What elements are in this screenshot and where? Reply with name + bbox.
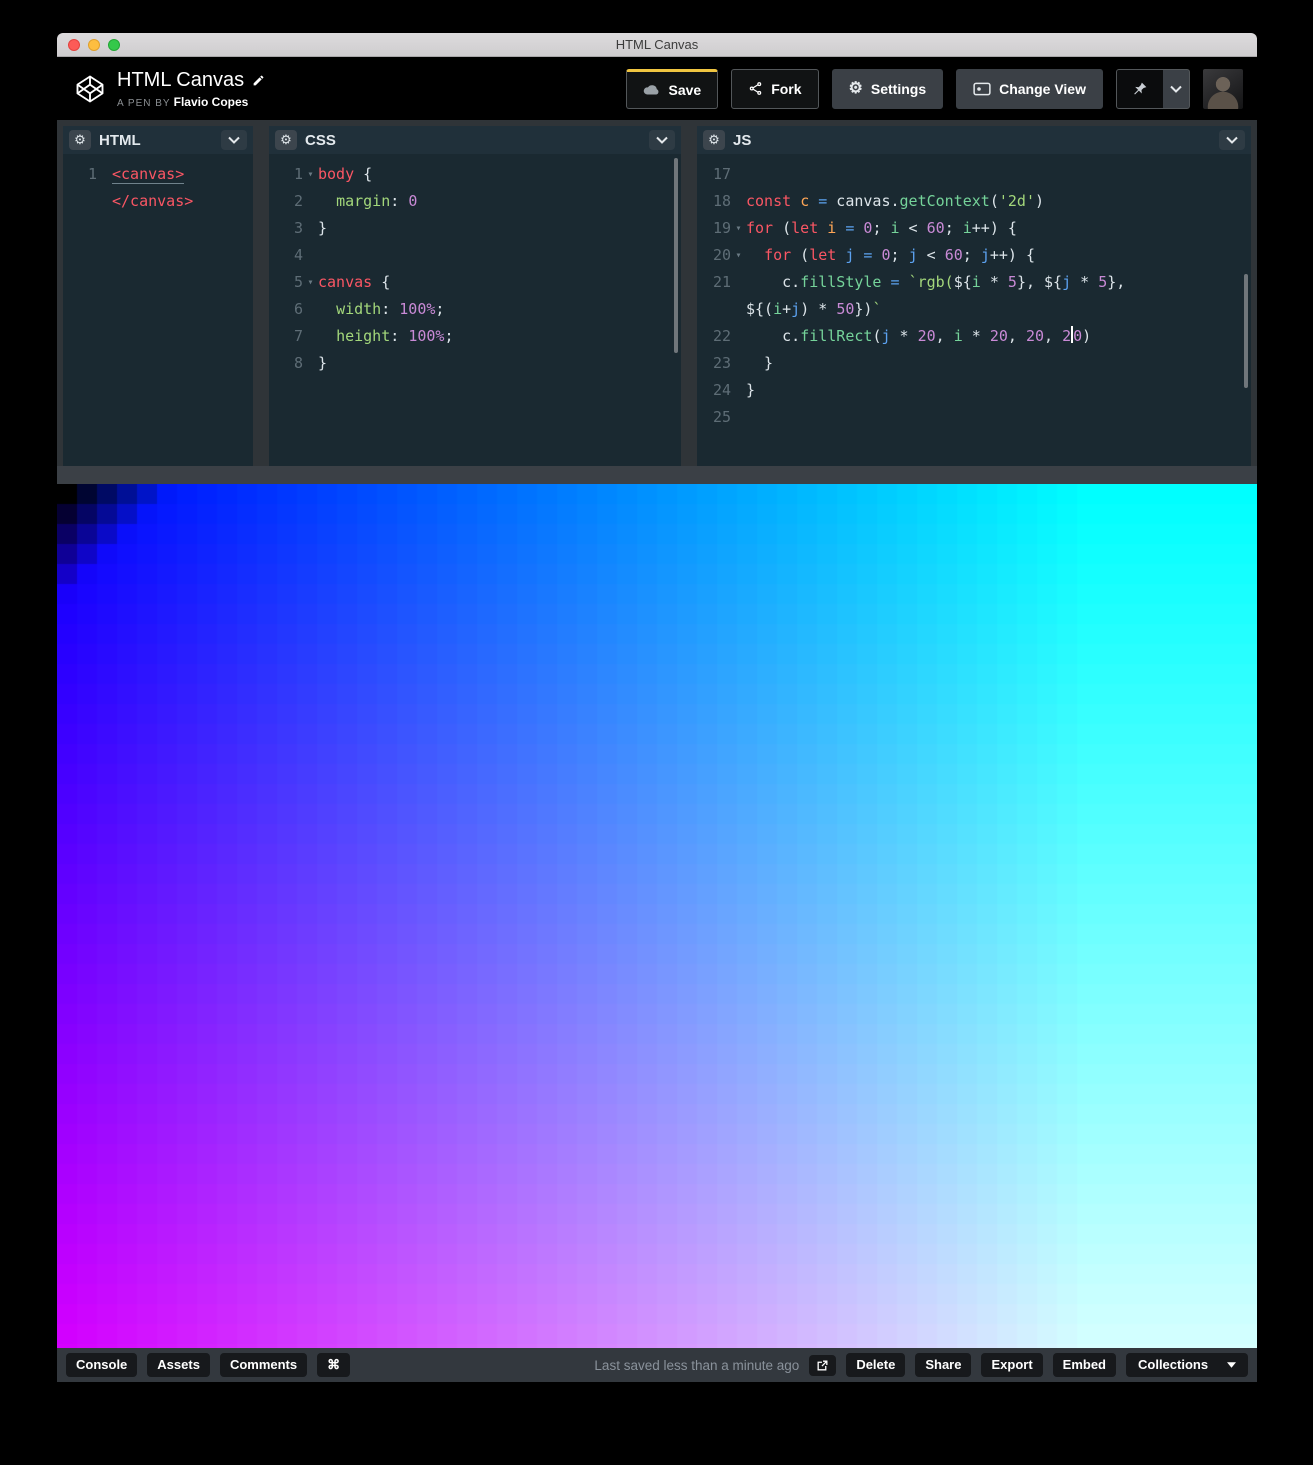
css-scrollbar[interactable] [674,158,678,353]
fork-label: Fork [771,80,802,97]
save-label: Save [668,81,702,98]
gear-icon: ⚙ [848,79,863,97]
css-editor-panel: ⚙ CSS 1 ▾ body {2 margin: 0 3} 4 5 ▾ canvas {6 … [269,126,681,466]
fold-arrow-icon[interactable]: ▾ [731,242,746,269]
js-collapse-chevron-icon[interactable] [1219,130,1245,150]
code-line[interactable]: 8} [273,350,681,377]
collections-dropdown[interactable]: Collections [1126,1353,1248,1377]
css-settings-gear-icon[interactable]: ⚙ [275,130,297,150]
byline: A PEN BY Flavio Copes [117,95,265,109]
brand: HTML Canvas A PEN BY Flavio Copes [75,69,265,109]
editor-preview-resize-handle[interactable] [57,466,1257,484]
js-panel-title: JS [733,131,752,149]
fork-icon [748,81,763,96]
pin-dropdown-button[interactable] [1163,70,1189,108]
js-settings-gear-icon[interactable]: ⚙ [703,130,725,150]
fold-arrow-icon[interactable]: ▾ [731,215,746,242]
code-line[interactable]: 20 ▾ for (let j = 0; j < 60; j++) { [701,242,1251,269]
js-scrollbar[interactable] [1244,274,1248,388]
html-panel-title: HTML [99,131,141,149]
code-line[interactable]: 24} [701,377,1251,404]
console-button[interactable]: Console [66,1353,138,1377]
js-panel-header: ⚙ JS [697,126,1251,154]
code-line[interactable]: 3} [273,215,681,242]
header-actions: Save Fork ⚙ Settings Change View [626,68,1243,109]
settings-button[interactable]: ⚙ Settings [831,68,944,109]
code-line[interactable]: 1 <canvas> [67,161,253,188]
code-line[interactable]: 6 width: 100%; [273,296,681,323]
change-view-button[interactable]: Change View [956,68,1103,109]
byline-prefix: A PEN BY [117,97,171,109]
js-editor-panel: ⚙ JS 17 18 const c = canvas.getContext('2d… [697,126,1251,466]
app-header: HTML Canvas A PEN BY Flavio Copes Save F… [57,57,1257,120]
window-title: HTML Canvas [615,37,699,52]
save-button[interactable]: Save [626,68,719,109]
code-line[interactable]: 7 height: 100%; [273,323,681,350]
code-line[interactable]: 21 c.fillStyle = `rgb(${i * 5}, ${j * 5}… [701,269,1251,296]
code-line[interactable]: 4 [273,242,681,269]
cloud-icon [643,83,660,96]
html-editor-panel: ⚙ HTML 1 <canvas> </canvas> [63,126,253,466]
desktop: { "window": { "titlebar_title": "HTML Ca… [0,0,1313,1465]
command-shortcuts-button[interactable]: ⌘ [317,1353,351,1377]
css-panel-title: CSS [305,131,336,149]
code-line[interactable]: </canvas> [67,188,253,215]
css-panel-header: ⚙ CSS [269,126,681,154]
comments-button[interactable]: Comments [219,1353,308,1377]
codepen-logo-icon[interactable] [75,74,105,104]
view-icon [973,82,991,96]
editor-panels: ⚙ HTML 1 <canvas> </canvas> ⚙ CSS 1 ▾ body {… [57,120,1257,466]
code-line[interactable]: 19 ▾ for (let i = 0; i < 60; i++) { [701,215,1251,242]
pin-button-group [1116,68,1190,109]
export-button[interactable]: Export [981,1353,1043,1377]
html-collapse-chevron-icon[interactable] [221,130,247,150]
html-panel-header: ⚙ HTML [63,126,253,154]
change-view-label: Change View [999,80,1086,97]
share-button[interactable]: Share [915,1353,972,1377]
code-line[interactable]: 25 [701,404,1251,431]
pen-title: HTML Canvas [117,68,245,91]
codepen-window: HTML Canvas HTML Canvas A PEN BY Flavio … [57,33,1257,1382]
preview-canvas [57,484,1257,1348]
avatar[interactable] [1203,68,1243,109]
css-code-editor[interactable]: 1 ▾ body {2 margin: 0 3} 4 5 ▾ canvas {6 width:… [269,154,681,466]
html-code-editor[interactable]: 1 <canvas> </canvas> [63,154,253,466]
pen-meta: HTML Canvas A PEN BY Flavio Copes [117,69,265,109]
preview-pane [57,484,1257,1348]
footer-bar: Console Assets Comments ⌘ Last saved les… [57,1348,1257,1382]
code-line[interactable]: 22 c.fillRect(j * 20, i * 20, 20, 2 0) [701,323,1251,350]
fork-button[interactable]: Fork [731,68,819,109]
assets-button[interactable]: Assets [147,1353,210,1377]
code-line[interactable]: 5 ▾ canvas { [273,269,681,296]
embed-button[interactable]: Embed [1052,1353,1116,1377]
code-line[interactable]: 1 ▾ body { [273,161,681,188]
code-line[interactable]: 17 [701,161,1251,188]
fold-arrow-icon[interactable]: ▾ [303,269,318,296]
code-line[interactable]: ${(i+j) * 50})` [701,296,1251,323]
css-collapse-chevron-icon[interactable] [649,130,675,150]
code-line[interactable]: 18 const c = canvas.getContext('2d') [701,188,1251,215]
code-line[interactable]: 23 } [701,350,1251,377]
edit-title-pencil-icon[interactable] [252,74,265,87]
js-code-editor[interactable]: 17 18 const c = canvas.getContext('2d') 19 ▾… [697,154,1251,466]
html-settings-gear-icon[interactable]: ⚙ [69,130,91,150]
delete-button[interactable]: Delete [846,1353,906,1377]
pushpin-icon [1131,80,1149,98]
code-line[interactable]: 2 margin: 0 [273,188,681,215]
settings-label: Settings [870,80,927,97]
fold-arrow-icon[interactable]: ▾ [303,161,318,188]
last-saved-status: Last saved less than a minute ago [594,1357,800,1373]
titlebar: HTML Canvas [57,33,1257,57]
author-name[interactable]: Flavio Copes [174,95,249,109]
collections-label: Collections [1138,1357,1209,1373]
open-live-view-button[interactable] [809,1354,837,1376]
pin-button[interactable] [1117,69,1163,108]
